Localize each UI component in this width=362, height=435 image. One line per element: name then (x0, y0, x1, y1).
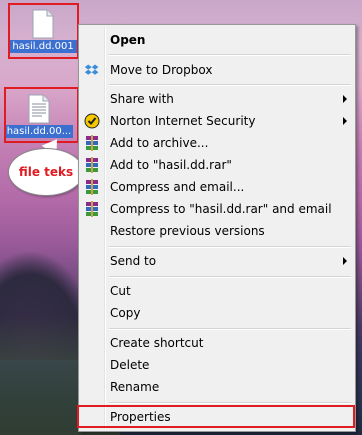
submenu-arrow-icon (343, 257, 347, 265)
menu-item-restore-previous[interactable]: Restore previous versions (81, 221, 353, 241)
menu-item-rename[interactable]: Rename (81, 377, 353, 397)
file-2-highlight (4, 87, 79, 143)
menu-separator (109, 402, 351, 404)
callout-text: file teks (18, 165, 74, 179)
menu-item-share-with[interactable]: Share with (81, 89, 353, 109)
menu-separator (109, 276, 351, 278)
properties-highlight (77, 405, 355, 428)
menu-item-move-to-dropbox[interactable]: Move to Dropbox (81, 60, 353, 80)
dropbox-icon (84, 64, 99, 75)
winrar-icon (86, 179, 98, 195)
callout-bubble: file teks (8, 148, 84, 196)
winrar-icon (86, 135, 98, 151)
menu-item-cut[interactable]: Cut (81, 281, 353, 301)
context-menu: Open Move to Dropbox Share with Norton I… (78, 24, 356, 432)
menu-separator (109, 328, 351, 330)
menu-item-compress-to-rar-email[interactable]: Compress to "hasil.dd.rar" and email (81, 199, 353, 219)
menu-item-compress-and-email[interactable]: Compress and email... (81, 177, 353, 197)
norton-icon (84, 113, 100, 129)
menu-item-create-shortcut[interactable]: Create shortcut (81, 333, 353, 353)
menu-item-delete[interactable]: Delete (81, 355, 353, 375)
winrar-icon (86, 157, 98, 173)
menu-item-add-to-rar[interactable]: Add to "hasil.dd.rar" (81, 155, 353, 175)
menu-separator (109, 54, 351, 56)
menu-item-norton[interactable]: Norton Internet Security (81, 111, 353, 131)
menu-item-add-to-archive[interactable]: Add to archive... (81, 133, 353, 153)
winrar-icon (86, 201, 98, 217)
menu-separator (109, 84, 351, 86)
menu-item-open[interactable]: Open (81, 30, 353, 50)
menu-separator (109, 246, 351, 248)
menu-item-send-to[interactable]: Send to (81, 251, 353, 271)
submenu-arrow-icon (343, 117, 347, 125)
submenu-arrow-icon (343, 95, 347, 103)
menu-item-copy[interactable]: Copy (81, 303, 353, 323)
file-1-highlight (8, 3, 79, 59)
